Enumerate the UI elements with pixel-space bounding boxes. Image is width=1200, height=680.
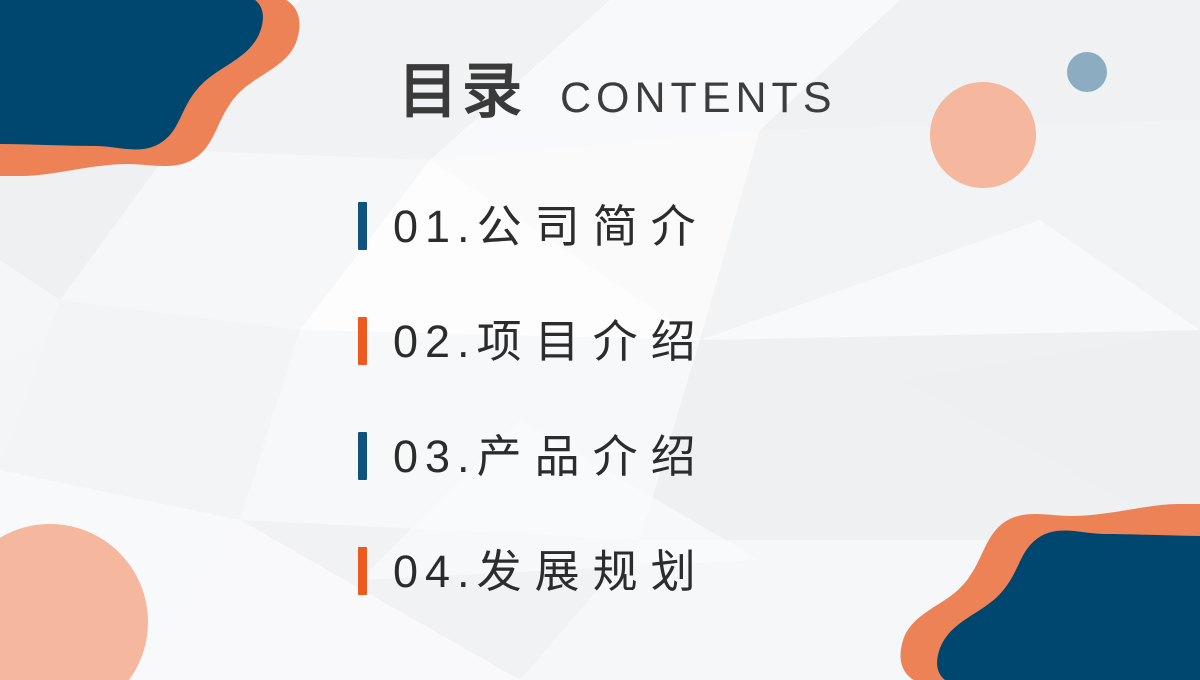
toc-item-label: 04.发展规划 — [393, 549, 709, 594]
toc-item-label: 01.公司简介 — [393, 204, 709, 249]
accent-bar-orange — [358, 317, 367, 365]
list-item[interactable]: 04.发展规划 — [358, 547, 709, 595]
toc-item-text: 项目介绍 — [476, 315, 709, 367]
toc-item-text: 公司简介 — [476, 200, 709, 252]
page-title-en: CONTENTS — [560, 74, 837, 122]
toc-item-label: 02.项目介绍 — [393, 319, 709, 364]
accent-bar-orange — [358, 547, 367, 595]
toc-item-text: 产品介绍 — [476, 430, 709, 482]
toc-item-number: 03. — [393, 430, 477, 482]
list-item[interactable]: 02.项目介绍 — [358, 317, 709, 365]
accent-bar-blue — [358, 432, 367, 480]
toc-item-label: 03.产品介绍 — [393, 434, 709, 479]
table-of-contents-list: 01.公司简介 02.项目介绍 03.产品介绍 04.发展规划 — [358, 202, 709, 595]
accent-bar-blue — [358, 202, 367, 250]
toc-item-number: 04. — [393, 545, 477, 597]
toc-item-number: 01. — [393, 200, 477, 252]
page-title-cn: 目录 — [398, 58, 526, 125]
toc-item-text: 发展规划 — [476, 545, 709, 597]
toc-item-number: 02. — [393, 315, 477, 367]
list-item[interactable]: 01.公司简介 — [358, 202, 709, 250]
slide-canvas: 目录 CONTENTS 01.公司简介 02.项目介绍 03.产品介绍 04.发… — [0, 0, 1200, 680]
list-item[interactable]: 03.产品介绍 — [358, 432, 709, 480]
slide-content: 目录 CONTENTS 01.公司简介 02.项目介绍 03.产品介绍 04.发… — [0, 0, 1200, 680]
page-title: 目录 CONTENTS — [398, 62, 837, 122]
